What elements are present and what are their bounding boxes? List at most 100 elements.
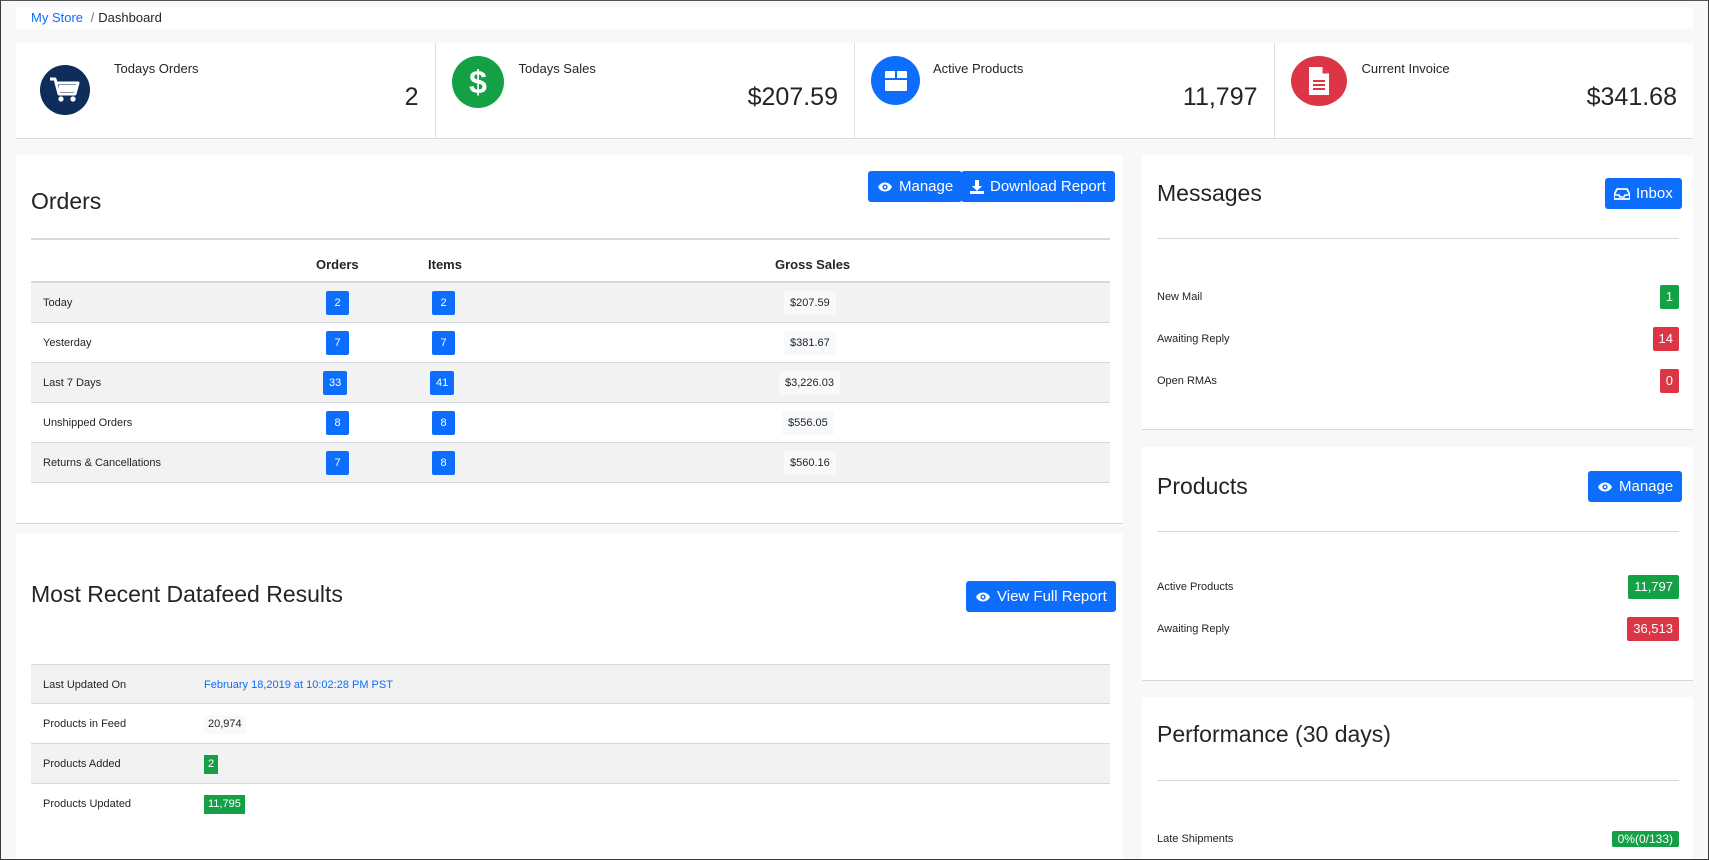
stat-label: Active Products — [933, 61, 1024, 76]
eye-icon — [878, 182, 892, 191]
products-panel: Products Manage Active Products 11,797 A… — [1142, 447, 1693, 681]
stat-value: 11,797 — [1182, 83, 1258, 111]
products-awaiting-reply-badge: 36,513 — [1627, 617, 1679, 641]
product-label: Awaiting Reply — [1157, 623, 1230, 635]
products-manage-label: Manage — [1619, 478, 1674, 495]
messages-title: Messages — [1157, 180, 1262, 206]
datafeed-title: Most Recent Datafeed Results — [31, 581, 343, 607]
gross-sales: $207.59 — [784, 291, 836, 315]
download-icon — [970, 179, 984, 194]
table-row: Unshipped Orders 8 8 $556.05 — [31, 403, 1110, 443]
inbox-label: Inbox — [1636, 185, 1673, 202]
table-row: Products in Feed 20,974 — [31, 704, 1110, 744]
message-label: Open RMAs — [1157, 375, 1217, 387]
performance-panel: Performance (30 days) Late Shipments 0%(… — [1142, 697, 1693, 859]
products-in-feed-value: 20,974 — [204, 715, 246, 734]
performance-item-late-shipments: Late Shipments 0%(0/133) — [1157, 827, 1679, 853]
stat-value: $341.68 — [1586, 83, 1677, 111]
download-report-label: Download Report — [990, 178, 1106, 195]
late-shipments-badge: 0%(0/133) — [1611, 831, 1679, 847]
message-item-new-mail: New Mail 1 — [1157, 285, 1679, 311]
table-row: Products Added 2 — [31, 744, 1110, 784]
items-count: 2 — [432, 291, 455, 315]
row-label: Today — [43, 297, 73, 309]
items-count: 8 — [432, 411, 455, 435]
column-header-items: Items — [428, 257, 462, 272]
gross-sales: $3,226.03 — [779, 371, 840, 395]
product-label: Active Products — [1157, 581, 1234, 593]
table-row: Last 7 Days 33 41 $3,226.03 — [31, 363, 1110, 403]
breadcrumb-current: Dashboard — [98, 10, 162, 25]
gross-sales: $556.05 — [782, 411, 834, 435]
products-manage-button[interactable]: Manage — [1588, 471, 1683, 502]
items-count: 7 — [432, 331, 455, 355]
items-count: 41 — [430, 371, 455, 395]
row-label: Products Updated — [43, 798, 132, 810]
awaiting-reply-badge: 14 — [1652, 327, 1679, 351]
new-mail-badge: 1 — [1659, 285, 1679, 309]
stat-label: Todays Sales — [518, 61, 596, 76]
download-report-button[interactable]: Download Report — [961, 171, 1115, 202]
breadcrumb-separator: / — [90, 10, 95, 25]
dollar-icon: $ — [451, 56, 504, 108]
stat-card-todays-orders: Todays Orders 2 — [16, 43, 436, 138]
datafeed-table: Last Updated On February 18,2019 at 10:0… — [31, 664, 1110, 824]
orders-panel: Orders Manage Download Report Orders Ite… — [16, 155, 1123, 524]
eye-icon — [976, 592, 990, 601]
performance-label: Late Shipments — [1157, 833, 1234, 845]
products-divider — [1157, 531, 1679, 532]
row-label: Unshipped Orders — [43, 417, 133, 429]
row-label: Yesterday — [43, 337, 92, 349]
orders-title: Orders — [31, 188, 102, 214]
last-updated-link[interactable]: February 18,2019 at 10:02:28 PM PST — [204, 676, 393, 695]
orders-count: 7 — [326, 331, 349, 355]
stat-value: $207.59 — [747, 83, 838, 111]
view-full-report-label: View Full Report — [997, 588, 1107, 605]
orders-count: 33 — [323, 371, 348, 395]
gross-sales: $560.16 — [784, 451, 836, 475]
product-item-active: Active Products 11,797 — [1157, 575, 1679, 601]
orders-count: 2 — [326, 291, 349, 315]
stat-card-current-invoice: Current Invoice $341.68 — [1275, 43, 1694, 138]
svg-text:$: $ — [469, 65, 487, 99]
view-full-report-button[interactable]: View Full Report — [966, 581, 1116, 612]
message-item-awaiting-reply: Awaiting Reply 14 — [1157, 327, 1679, 353]
orders-count: 8 — [326, 411, 349, 435]
messages-divider — [1157, 238, 1679, 239]
document-icon — [1290, 56, 1347, 106]
box-icon — [871, 56, 920, 105]
breadcrumb-store-link[interactable]: My Store — [31, 10, 83, 25]
row-label: Last Updated On — [43, 679, 127, 691]
stat-value: 2 — [404, 83, 419, 111]
message-label: New Mail — [1157, 291, 1203, 303]
inbox-icon — [1614, 187, 1630, 200]
orders-count: 7 — [326, 451, 349, 475]
stat-card-active-products: Active Products 11,797 — [855, 43, 1275, 138]
breadcrumb: My Store / Dashboard — [16, 7, 1693, 29]
stat-label: Current Invoice — [1361, 61, 1450, 76]
orders-table-header: Orders Items Gross Sales — [31, 239, 1110, 283]
stats-row: Todays Orders 2 $ Todays Sales $207.59 A… — [16, 43, 1693, 139]
row-label: Last 7 Days — [43, 377, 102, 389]
stat-label: Todays Orders — [114, 61, 199, 76]
orders-table: Orders Items Gross Sales Today 2 2 $207.… — [31, 239, 1110, 483]
inbox-button[interactable]: Inbox — [1605, 178, 1682, 209]
stat-card-todays-sales: $ Todays Sales $207.59 — [436, 43, 855, 138]
dashboard-frame: My Store / Dashboard Todays Orders 2 $ To… — [0, 0, 1709, 860]
table-row: Returns & Cancellations 7 8 $560.16 — [31, 443, 1110, 483]
row-label: Returns & Cancellations — [43, 457, 162, 469]
orders-manage-button[interactable]: Manage — [868, 171, 963, 202]
orders-manage-label: Manage — [899, 178, 954, 195]
message-item-open-rmas: Open RMAs 0 — [1157, 369, 1679, 395]
table-row: Products Updated 11,795 — [31, 784, 1110, 824]
items-count: 8 — [432, 451, 455, 475]
eye-icon — [1598, 482, 1612, 491]
messages-panel: Messages Inbox New Mail 1 Awaiting Reply… — [1142, 155, 1693, 430]
row-label: Products in Feed — [43, 718, 127, 730]
products-updated-badge: 11,795 — [204, 795, 245, 814]
products-title: Products — [1157, 473, 1248, 499]
table-row: Last Updated On February 18,2019 at 10:0… — [31, 664, 1110, 704]
product-item-awaiting-reply: Awaiting Reply 36,513 — [1157, 617, 1679, 643]
products-added-badge: 2 — [204, 755, 219, 774]
table-row: Yesterday 7 7 $381.67 — [31, 323, 1110, 363]
